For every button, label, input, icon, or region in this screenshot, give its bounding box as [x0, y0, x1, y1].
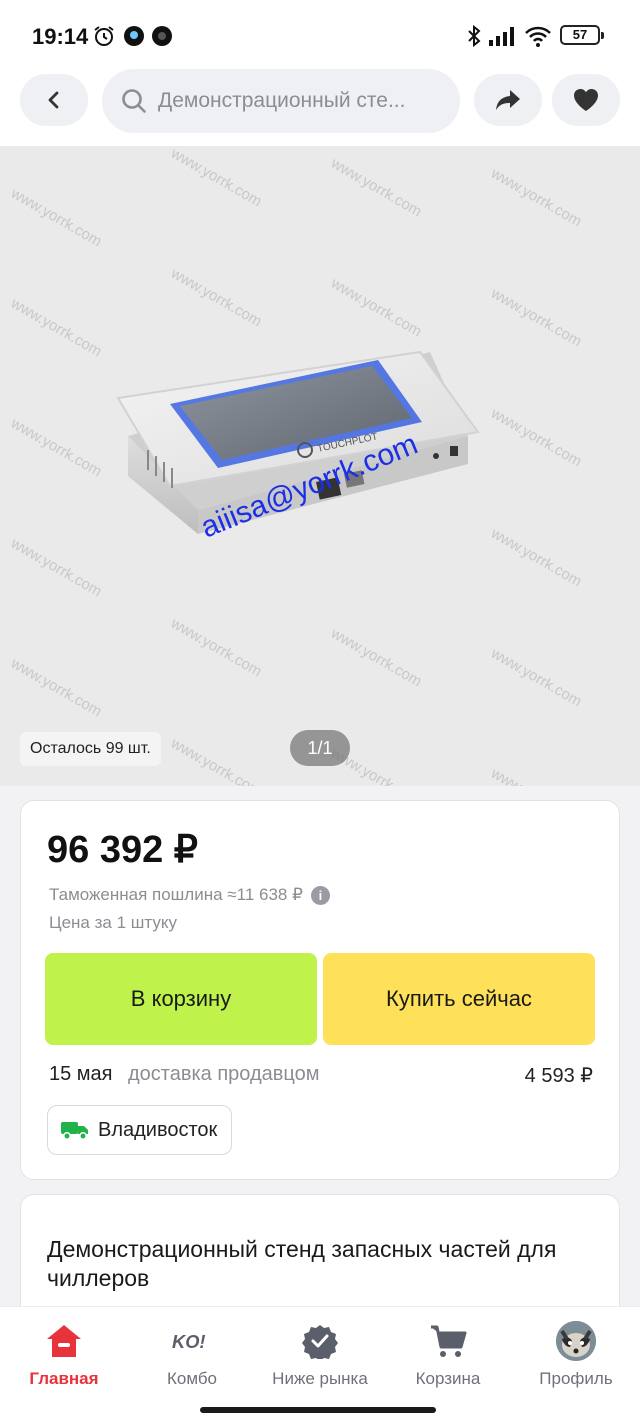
- watermark-text: www.yorrk.com: [487, 764, 584, 786]
- raccoon-avatar-icon: [556, 1321, 596, 1361]
- app-notification-icon: [124, 26, 144, 46]
- add-to-cart-button[interactable]: В корзину: [45, 953, 317, 1045]
- watermark-text: www.yorrk.com: [487, 164, 584, 230]
- watermark-text: www.yorrk.com: [167, 264, 264, 330]
- stock-badge: Осталось 99 шт.: [20, 732, 161, 766]
- delivery-city-button[interactable]: Владивосток: [47, 1105, 233, 1155]
- verified-badge-icon: [302, 1325, 338, 1359]
- product-title: Демонстрационный стенд запасных частей д…: [47, 1236, 557, 1291]
- share-arrow-icon: [496, 90, 520, 110]
- product-price: 96 392 ₽: [47, 829, 198, 871]
- watermark-text: www.yorrk.com: [167, 734, 264, 786]
- camera-notification-icon: [152, 26, 172, 46]
- buy-now-button[interactable]: Купить сейчас: [323, 953, 595, 1045]
- tab-home[interactable]: Главная: [0, 1321, 128, 1391]
- info-icon[interactable]: i: [310, 885, 330, 905]
- search-icon: [122, 89, 146, 113]
- status-bar: 19:14 57: [0, 0, 640, 66]
- tab-profile[interactable]: Профиль: [512, 1321, 640, 1391]
- delivery-type: доставка продавцом: [128, 1063, 320, 1085]
- delivery-date: 15 мая: [49, 1063, 113, 1085]
- tab-profile-label: Профиль: [539, 1369, 613, 1388]
- watermark-text: www.yorrk.com: [167, 146, 264, 210]
- battery-indicator: 57: [560, 25, 604, 45]
- delivery-city: Владивосток: [98, 1118, 218, 1141]
- bottom-nav: Главная KO! Комбо Ниже рынка Корзина Про…: [0, 1306, 640, 1423]
- watermark-text: www.yorrk.com: [327, 624, 424, 690]
- signal-icon: [489, 27, 514, 46]
- tab-combo[interactable]: KO! Комбо: [128, 1321, 256, 1391]
- tab-home-label: Главная: [29, 1369, 99, 1388]
- product-image: www.yorrk.com www.yorrk.com www.yorrk.co…: [7, 146, 584, 786]
- system-home-indicator[interactable]: [200, 1407, 436, 1413]
- svg-text:KO!: KO!: [172, 1331, 205, 1352]
- back-button[interactable]: [20, 74, 88, 126]
- wifi-icon: [525, 26, 551, 47]
- watermark-text: www.yorrk.com: [7, 654, 104, 720]
- status-time: 19:14: [32, 24, 89, 49]
- customs-duty-text: Таможенная пошлина ≈11 638 ₽: [49, 885, 303, 904]
- bluetooth-icon: [468, 24, 481, 48]
- share-button[interactable]: [474, 74, 542, 126]
- search-query: Демонстрационный сте...: [158, 89, 406, 112]
- tab-cart-label: Корзина: [415, 1369, 481, 1388]
- delivery-truck-icon: [61, 1122, 88, 1140]
- search-bar[interactable]: Демонстрационный сте...: [102, 69, 460, 133]
- cart-icon: [431, 1325, 467, 1357]
- heart-icon: [574, 89, 598, 111]
- watermark-text: www.yorrk.com: [327, 274, 424, 340]
- customs-duty: Таможенная пошлина ≈11 638 ₽ i: [49, 885, 330, 905]
- watermark-text: www.yorrk.com: [327, 154, 424, 220]
- home-icon: [47, 1325, 81, 1357]
- watermark-text: www.yorrk.com: [487, 404, 584, 470]
- watermark-text: www.yorrk.com: [487, 644, 584, 710]
- watermark-text: www.yorrk.com: [7, 414, 104, 480]
- delivery-price: 4 593 ₽: [524, 1065, 593, 1087]
- offer-card: 96 392 ₽ Таможенная пошлина ≈11 638 ₽ i …: [20, 800, 620, 1180]
- avatar: [556, 1321, 596, 1361]
- watermark-text: www.yorrk.com: [7, 184, 104, 250]
- product-page: 19:14 57 Демонстрационный сте... www.yor…: [0, 0, 640, 1423]
- tab-cart[interactable]: Корзина: [384, 1321, 512, 1391]
- favorite-button[interactable]: [552, 74, 620, 126]
- watermark-text: www.yorrk.com: [7, 534, 104, 600]
- image-pager: 1/1: [290, 730, 350, 766]
- chevron-left-icon: [48, 91, 59, 109]
- tab-below-market-label: Ниже рынка: [272, 1369, 368, 1388]
- watermark-text: www.yorrk.com: [487, 284, 584, 350]
- ko-logo-icon: KO!: [172, 1331, 205, 1352]
- top-nav: Демонстрационный сте...: [0, 66, 640, 146]
- alarm-icon: [94, 26, 114, 46]
- unit-price-note: Цена за 1 штуку: [49, 913, 177, 932]
- watermark-text: www.yorrk.com: [7, 294, 104, 360]
- tab-combo-label: Комбо: [166, 1369, 218, 1388]
- watermark-text: www.yorrk.com: [167, 614, 264, 680]
- watermark-text: www.yorrk.com: [487, 524, 584, 590]
- tab-below-market[interactable]: Ниже рынка: [256, 1321, 384, 1391]
- product-gallery[interactable]: www.yorrk.com www.yorrk.com www.yorrk.co…: [0, 146, 640, 786]
